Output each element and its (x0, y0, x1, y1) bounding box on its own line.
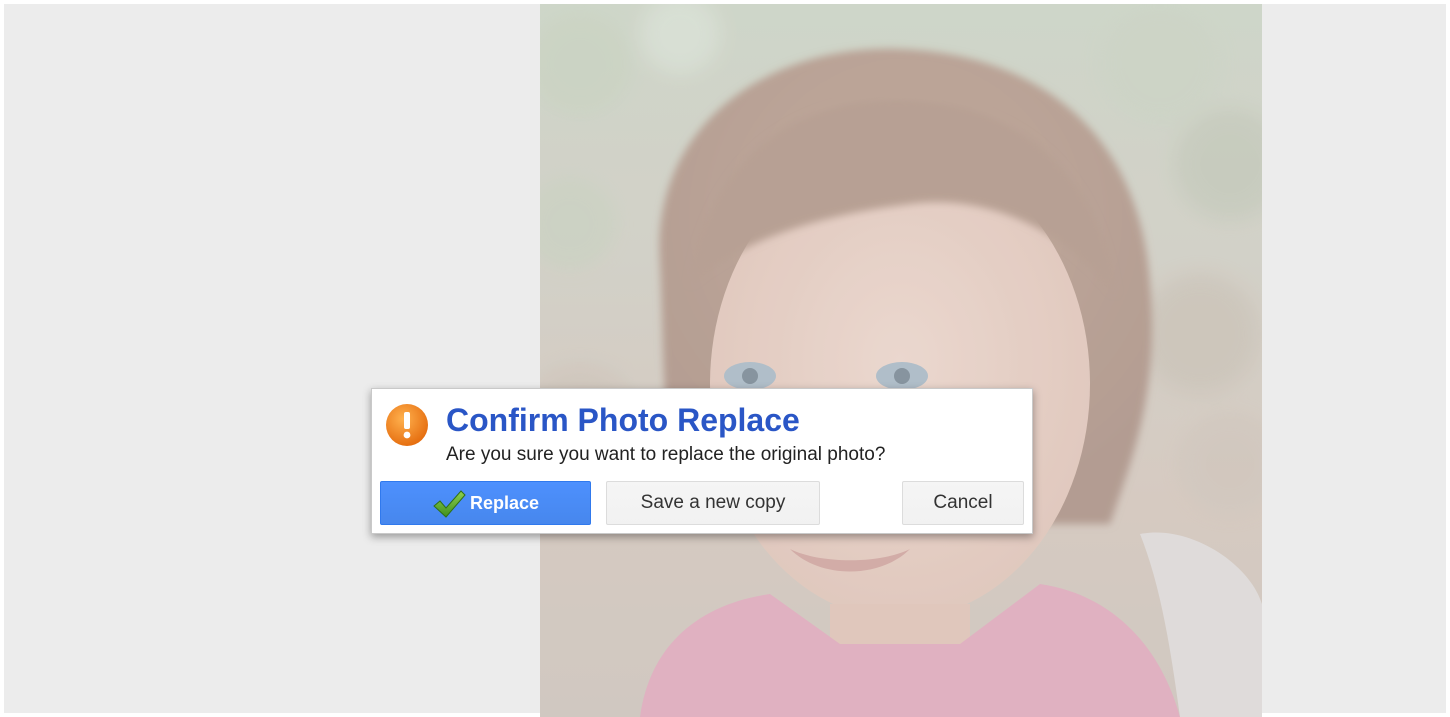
page: Confirm Photo Replace Are you sure you w… (0, 0, 1450, 717)
dialog-message: Are you sure you want to replace the ori… (446, 444, 886, 465)
dialog-title: Confirm Photo Replace (446, 402, 800, 438)
cancel-button[interactable]: Cancel (902, 481, 1024, 525)
photo-image (540, 4, 1262, 717)
save-new-copy-button[interactable]: Save a new copy (606, 481, 820, 525)
replace-button[interactable]: Replace (380, 481, 591, 525)
checkmark-icon (433, 490, 466, 518)
replace-button-label: Replace (469, 492, 540, 513)
cancel-button-label: Cancel (933, 492, 993, 513)
photo-preview (540, 4, 1262, 717)
confirm-replace-dialog: Confirm Photo Replace Are you sure you w… (371, 388, 1033, 534)
save-new-copy-label: Save a new copy (640, 492, 786, 513)
warning-icon (386, 404, 428, 446)
